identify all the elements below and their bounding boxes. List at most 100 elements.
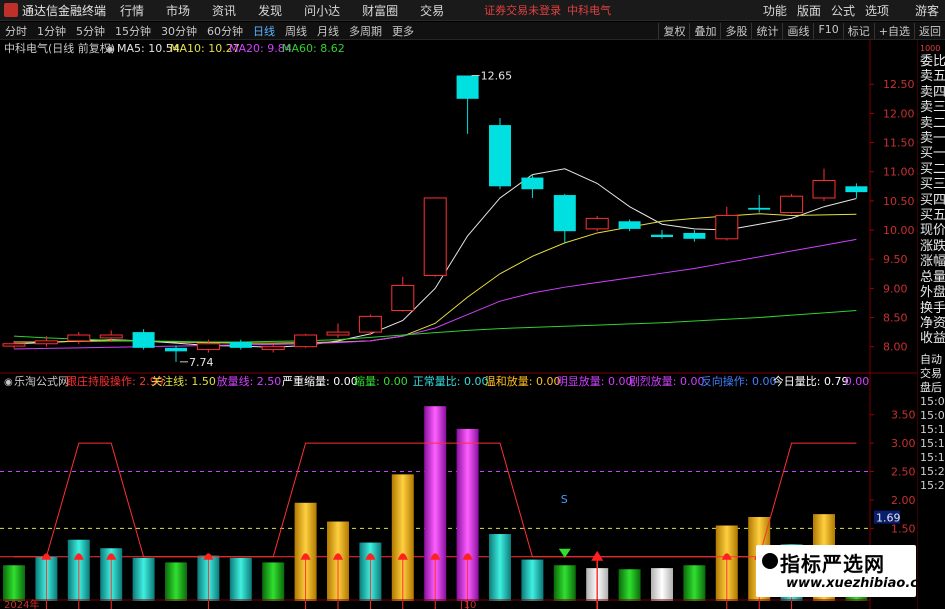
sidebar-item[interactable]: 换手: [918, 301, 945, 316]
tool-stats[interactable]: 统计: [751, 22, 782, 39]
menu-function[interactable]: 功能: [763, 2, 787, 19]
sidebar-item[interactable]: 卖二: [918, 116, 945, 131]
menu-layout[interactable]: 版面: [797, 2, 821, 19]
indicator-bar[interactable]: [553, 565, 576, 601]
candle[interactable]: [845, 183, 868, 198]
indicator-bar[interactable]: [618, 569, 641, 601]
menu-trade[interactable]: 交易: [420, 2, 444, 19]
sidebar-item-lower[interactable]: 交易: [918, 367, 945, 381]
sidebar-item[interactable]: 买一: [918, 146, 945, 161]
sidebar-item[interactable]: 卖三: [918, 100, 945, 115]
menu-market[interactable]: 市场: [166, 2, 190, 19]
candle[interactable]: [748, 195, 771, 213]
sidebar-item[interactable]: 总量: [918, 270, 945, 285]
period-more[interactable]: 更多: [387, 23, 419, 39]
tool-draw[interactable]: 画线: [782, 22, 813, 39]
tool-adjust[interactable]: 复权: [658, 22, 689, 39]
indicator-bar[interactable]: [489, 534, 511, 601]
sidebar-item[interactable]: 委比: [918, 54, 945, 69]
candle[interactable]: [618, 219, 641, 232]
sidebar-item[interactable]: 买四: [918, 193, 945, 208]
menu-ask[interactable]: 问小达: [304, 2, 340, 19]
sidebar-item-lower[interactable]: 15:0?: [918, 409, 945, 423]
period-daily[interactable]: 日线: [248, 23, 280, 39]
sidebar-item-lower[interactable]: 15:19: [918, 451, 945, 465]
indicator-bar[interactable]: [651, 568, 673, 601]
menu-formula[interactable]: 公式: [831, 2, 855, 19]
kline-chart[interactable]: 12.65 7.74 12.50 12.00 11.50 11.00 10.50 10.00…: [0, 40, 917, 609]
sidebar-item-lower[interactable]: 15:20: [918, 465, 945, 479]
sidebar-item[interactable]: 买五: [918, 208, 945, 223]
sidebar-item[interactable]: 涨幅: [918, 254, 945, 269]
indicator-bar[interactable]: [262, 562, 285, 601]
indicator-bar[interactable]: [132, 557, 155, 601]
candle[interactable]: [229, 339, 252, 350]
sidebar-item[interactable]: 卖五: [918, 69, 945, 84]
candle[interactable]: [165, 345, 187, 362]
legend-settings-icon[interactable]: ◉: [106, 44, 115, 55]
candle[interactable]: [489, 118, 511, 190]
tool-multi-stock[interactable]: 多股: [720, 22, 751, 39]
sidebar-item-lower[interactable]: 15:20: [918, 479, 945, 493]
guest-user[interactable]: 游客: [915, 2, 939, 19]
candle[interactable]: [651, 230, 673, 239]
sidebar-item[interactable]: 净资: [918, 316, 945, 331]
candle[interactable]: [585, 216, 609, 232]
candle[interactable]: [261, 344, 285, 353]
candle[interactable]: [391, 276, 415, 312]
sidebar-item-lower[interactable]: 自动: [918, 353, 945, 367]
candle[interactable]: [683, 230, 706, 242]
indicator-bar[interactable]: [683, 565, 706, 601]
menu-options[interactable]: 选项: [865, 2, 889, 19]
period-30min[interactable]: 30分钟: [156, 23, 202, 39]
indicator-bar[interactable]: [521, 559, 544, 601]
candle[interactable]: [132, 329, 155, 350]
period-5min[interactable]: 5分钟: [71, 23, 110, 39]
menu-news[interactable]: 资讯: [212, 2, 236, 19]
sidebar-item[interactable]: 卖四: [918, 85, 945, 100]
candle[interactable]: [812, 168, 836, 201]
tool-overlay[interactable]: 叠加: [689, 22, 720, 39]
period-15min[interactable]: 15分钟: [110, 23, 156, 39]
tool-add-watchlist[interactable]: +自选: [873, 22, 914, 39]
indicator-bar[interactable]: [3, 565, 25, 601]
sidebar-item-lower[interactable]: 15:18: [918, 437, 945, 451]
indicator-bar[interactable]: [165, 562, 187, 601]
period-60min[interactable]: 60分钟: [202, 23, 248, 39]
candle[interactable]: [358, 314, 382, 336]
indicator-settings-icon[interactable]: ◉: [4, 377, 13, 388]
tool-back[interactable]: 返回: [914, 22, 945, 39]
menu-wealth[interactable]: 财富圈: [362, 2, 398, 19]
candle[interactable]: [456, 75, 479, 134]
candle[interactable]: [715, 206, 739, 241]
sidebar-item[interactable]: 卖一: [918, 131, 945, 146]
menu-discover[interactable]: 发现: [258, 2, 282, 19]
watermark-logo-icon: [762, 553, 778, 569]
tool-f10[interactable]: F10: [813, 22, 842, 39]
candle[interactable]: [521, 174, 544, 198]
period-1min[interactable]: 1分钟: [32, 23, 71, 39]
sidebar-item-lower[interactable]: 15:13: [918, 423, 945, 437]
period-multi[interactable]: 多周期: [344, 23, 387, 39]
period-monthly[interactable]: 月线: [312, 23, 344, 39]
candle[interactable]: [553, 193, 576, 243]
indicator-bar[interactable]: [229, 557, 252, 601]
tool-mark[interactable]: 标记: [842, 22, 874, 39]
login-status[interactable]: 证券交易未登录: [484, 2, 561, 18]
candle[interactable]: [423, 197, 447, 277]
period-intraday[interactable]: 分时: [0, 23, 32, 39]
sidebar-item[interactable]: 买三: [918, 177, 945, 192]
sidebar-item-lower[interactable]: 盘后: [918, 381, 945, 395]
quote-sidebar: 1000 委比 卖五 卖四 卖三 卖二 卖一 买一 买二 买三 买四 买五 现价 涨跌 涨幅 总量 外盘 换手 净资…: [917, 40, 945, 609]
sidebar-item[interactable]: 外盘: [918, 285, 945, 300]
sidebar-item-lower[interactable]: 15:00: [918, 395, 945, 409]
sidebar-item[interactable]: 买二: [918, 162, 945, 177]
candle[interactable]: [294, 333, 318, 348]
sidebar-item[interactable]: 涨跌: [918, 239, 945, 254]
sidebar-item[interactable]: 现价: [918, 223, 945, 238]
candle[interactable]: [326, 323, 350, 338]
candle[interactable]: [780, 193, 804, 214]
period-weekly[interactable]: 周线: [280, 23, 312, 39]
menu-market-quotes[interactable]: 行情: [120, 2, 144, 19]
sidebar-item[interactable]: 收益: [918, 331, 945, 346]
